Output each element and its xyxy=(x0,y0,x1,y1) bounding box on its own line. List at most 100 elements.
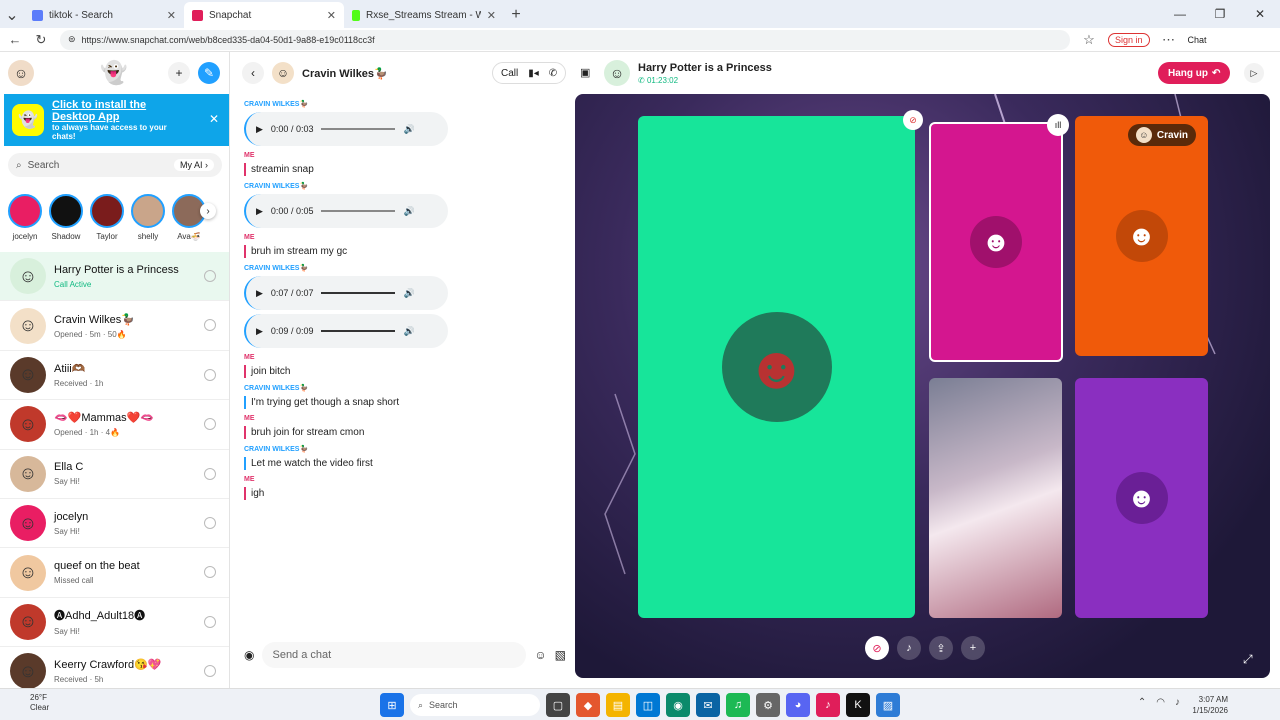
volume-icon[interactable]: 🔊 xyxy=(403,206,414,217)
phone-icon[interactable]: ✆ xyxy=(549,68,557,79)
photos-icon[interactable]: ▨ xyxy=(876,693,900,717)
fullscreen-icon[interactable]: ⤢ xyxy=(1243,652,1253,667)
chat-list-item[interactable]: ☺ Keerry Crawford😘💖 Received · 5h xyxy=(0,647,229,688)
chat-list-item[interactable]: ☺ queef on the beat Missed call xyxy=(0,548,229,598)
play-icon[interactable]: ▶ xyxy=(256,206,263,217)
url-field[interactable]: ⊜ https://www.snapchat.com/web/b8ced335-d… xyxy=(60,29,1070,50)
start-icon[interactable]: ⊞ xyxy=(380,693,404,717)
camera-icon[interactable] xyxy=(204,665,216,678)
hang-up-button[interactable]: Hang up ↶ xyxy=(1158,62,1231,84)
copilot-icon[interactable]: ◆ xyxy=(576,693,600,717)
back-button[interactable]: ‹ xyxy=(242,62,264,84)
volume-icon[interactable]: ♪ xyxy=(1175,697,1180,708)
search-field[interactable]: ⌕ Search My AI › xyxy=(8,153,222,177)
sign-in-button[interactable]: Sign in xyxy=(1108,32,1150,47)
camera-icon[interactable] xyxy=(204,467,216,480)
chat-list-item[interactable]: ☺ jocelyn Say Hi! xyxy=(0,499,229,549)
camera-icon[interactable] xyxy=(204,270,216,282)
install-app-banner[interactable]: 👻 Click to install the Desktop App to al… xyxy=(4,94,229,146)
camera-icon[interactable] xyxy=(204,368,216,381)
share-screen-icon[interactable]: ⇪ xyxy=(929,636,953,660)
network-icon[interactable]: ◠ xyxy=(1156,697,1165,708)
new-chat-icon[interactable]: ✎ xyxy=(198,62,220,84)
minimize-icon[interactable]: — xyxy=(1160,0,1200,28)
camera-icon[interactable] xyxy=(204,418,216,431)
favorites-icon[interactable]: ☆ xyxy=(1082,32,1096,48)
tab-kick[interactable]: Rxse_Streams Stream - Watch Live ✕ xyxy=(344,2,504,28)
contact-name[interactable]: Cravin Wilkes🦆 xyxy=(302,67,388,80)
spotify-icon[interactable]: ♫ xyxy=(726,693,750,717)
task-view-icon[interactable]: ▢ xyxy=(546,693,570,717)
participant-tile-orange[interactable]: ☻ ☺ Cravin xyxy=(1075,116,1208,356)
story-item[interactable]: Shadow xyxy=(49,194,83,241)
play-icon[interactable]: ▶ xyxy=(256,326,263,337)
settings-icon[interactable]: ⚙ xyxy=(756,693,780,717)
tab-list-icon[interactable]: ⌄ xyxy=(0,2,24,28)
outlook-icon[interactable]: ✉ xyxy=(696,693,720,717)
microphone-icon[interactable]: ♪ xyxy=(897,636,921,660)
participant-tile-purple[interactable]: ☻ xyxy=(1075,378,1208,618)
participant-tile-main[interactable]: ☻ xyxy=(638,116,915,618)
camera-icon[interactable] xyxy=(204,615,216,628)
close-icon[interactable]: ✕ xyxy=(487,9,496,22)
story-item[interactable]: shelly xyxy=(131,194,165,241)
tab-snapchat[interactable]: Snapchat ✕ xyxy=(184,2,344,28)
more-icon[interactable]: ⋯ xyxy=(1162,32,1176,48)
site-info-icon[interactable]: ⊜ xyxy=(68,34,76,45)
refresh-icon[interactable]: ↻ xyxy=(34,32,48,48)
audio-progress[interactable] xyxy=(321,128,396,130)
camera-icon[interactable] xyxy=(204,566,216,579)
volume-icon[interactable]: 🔊 xyxy=(403,288,414,299)
chat-list-item[interactable]: ☺ Cravin Wilkes🦆 Opened · 5m · 50🔥 xyxy=(0,301,229,351)
discord-icon[interactable]: ◕ xyxy=(786,693,810,717)
audio-player[interactable]: ▶ 0:07 / 0:07 🔊 xyxy=(244,276,448,310)
file-explorer-icon[interactable]: ▤ xyxy=(606,693,630,717)
store-icon[interactable]: ◫ xyxy=(636,693,660,717)
emoji-icon[interactable]: ☺ xyxy=(534,648,546,662)
add-participant-icon[interactable]: + xyxy=(961,636,985,660)
copilot-chat-button[interactable]: Chat xyxy=(1188,35,1207,45)
audio-progress[interactable] xyxy=(321,210,396,212)
participant-tile-pink[interactable]: ☻ xyxy=(929,122,1063,362)
close-icon[interactable]: ✕ xyxy=(209,112,219,126)
chat-list-item[interactable]: ☺ 🅐Adhd_Adult18🅐 Say Hi! xyxy=(0,598,229,648)
kick-icon[interactable]: K xyxy=(846,693,870,717)
volume-icon[interactable]: 🔊 xyxy=(403,124,414,135)
audio-progress[interactable] xyxy=(321,330,396,332)
restore-icon[interactable]: ❐ xyxy=(1200,0,1240,28)
edge-icon[interactable]: ◉ xyxy=(666,693,690,717)
participant-tile-video[interactable] xyxy=(929,378,1062,618)
story-item[interactable]: Taylor xyxy=(90,194,124,241)
story-item[interactable]: Ava🍜 xyxy=(172,194,206,241)
sticker-icon[interactable]: ▧ xyxy=(555,648,566,662)
camera-icon[interactable] xyxy=(204,319,216,332)
audio-player[interactable]: ▶ 0:09 / 0:09 🔊 xyxy=(244,314,448,348)
video-call-icon[interactable]: ▮◂ xyxy=(528,68,539,79)
chevron-up-icon[interactable]: ⌃ xyxy=(1138,697,1146,708)
chat-list-item[interactable]: ☺ Ella C Say Hi! xyxy=(0,450,229,499)
expand-icon[interactable]: ▷ xyxy=(1244,63,1264,83)
close-icon[interactable]: ✕ xyxy=(167,9,176,22)
clock[interactable]: 3:07 AM 1/15/2026 xyxy=(1192,694,1228,716)
tab-tiktok[interactable]: tiktok - Search ✕ xyxy=(24,2,184,28)
tiktok-icon[interactable]: ♪ xyxy=(816,693,840,717)
weather-widget[interactable]: 26°F Clear xyxy=(10,693,49,713)
my-ai-button[interactable]: My AI › xyxy=(173,159,214,171)
new-tab-button[interactable]: + xyxy=(504,2,528,28)
close-icon[interactable]: ✕ xyxy=(327,9,336,22)
chat-list-item[interactable]: ☺ 🫦❤️Mammas❤️🫦 Opened · 1h · 4🔥 xyxy=(0,400,229,450)
audio-player[interactable]: ▶ 0:00 / 0:05 🔊 xyxy=(244,194,448,228)
camera-icon[interactable] xyxy=(204,516,216,529)
story-item[interactable]: jocelyn xyxy=(8,194,42,241)
chat-list-item[interactable]: ☺ Atiii🫶🏾 Received · 1h xyxy=(0,351,229,401)
play-icon[interactable]: ▶ xyxy=(256,124,263,135)
chat-options-icon[interactable]: ▣ xyxy=(580,66,590,79)
close-window-icon[interactable]: ✕ xyxy=(1240,0,1280,28)
audio-player[interactable]: ▶ 0:00 / 0:03 🔊 xyxy=(244,112,448,146)
taskbar-search[interactable]: ⌕ Search xyxy=(410,694,540,716)
contact-avatar[interactable]: ☺ xyxy=(272,62,294,84)
add-friend-icon[interactable]: + xyxy=(168,62,190,84)
call-label[interactable]: Call xyxy=(501,68,518,79)
profile-avatar[interactable]: ☺ xyxy=(8,60,34,86)
chevron-right-icon[interactable]: › xyxy=(200,203,216,219)
